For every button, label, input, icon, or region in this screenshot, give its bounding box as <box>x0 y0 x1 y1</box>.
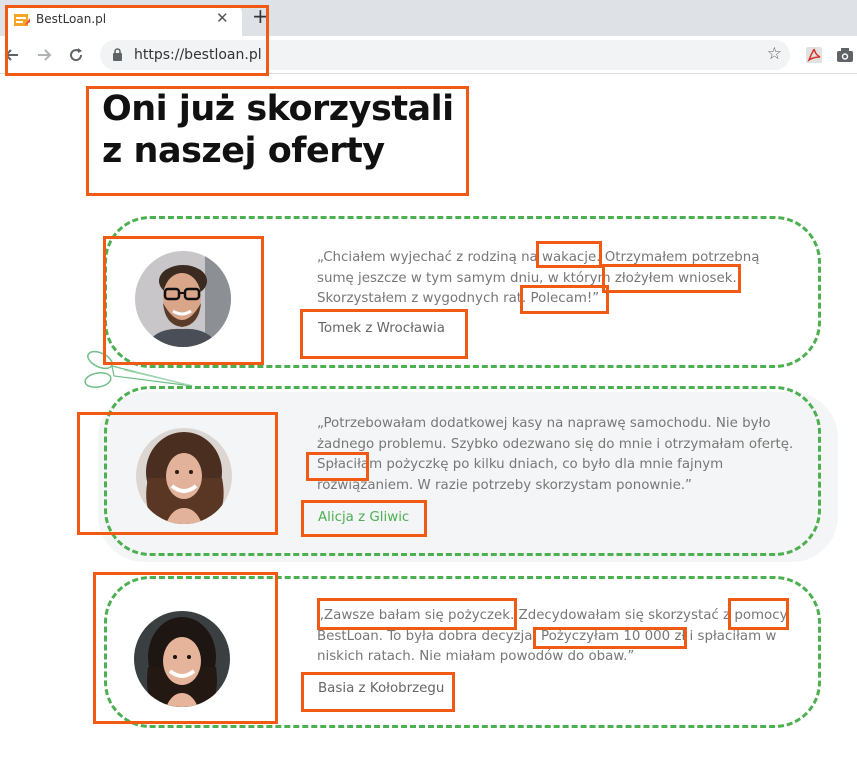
highlight-box <box>93 572 278 724</box>
highlight-box <box>520 285 609 314</box>
highlight-box <box>301 500 427 537</box>
highlight-box <box>86 86 469 196</box>
bookmark-star-icon[interactable]: ☆ <box>767 44 782 64</box>
highlight-box <box>728 598 789 630</box>
highlight-box <box>5 5 269 76</box>
camera-extension-icon[interactable] <box>836 47 854 63</box>
highlight-box <box>602 264 741 293</box>
testimonial-quote: „Potrzebowałam dodatkowej kasy na napraw… <box>317 416 794 493</box>
highlight-box <box>306 452 369 481</box>
highlight-box <box>300 309 468 359</box>
highlight-box <box>301 672 455 712</box>
highlight-box <box>77 412 278 535</box>
highlight-box <box>533 627 687 649</box>
pdf-extension-icon[interactable] <box>805 46 823 64</box>
highlight-box <box>103 236 264 365</box>
highlight-box <box>317 598 517 630</box>
highlight-box <box>536 241 602 268</box>
